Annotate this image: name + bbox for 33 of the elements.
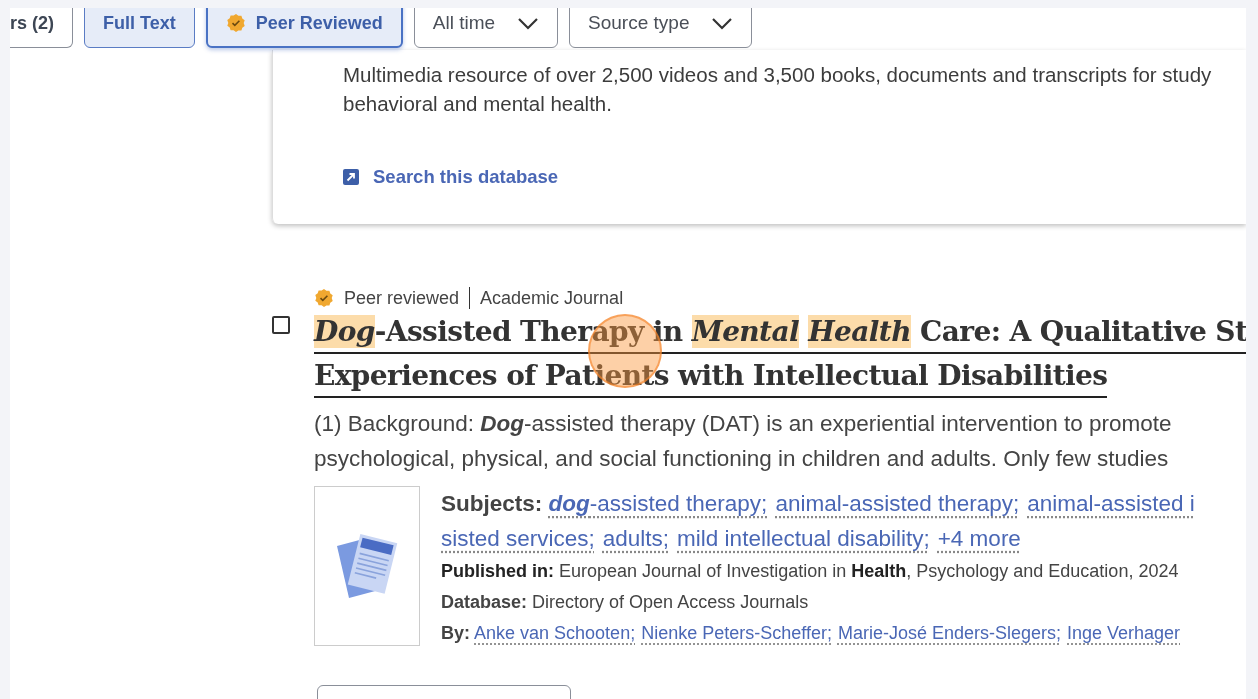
chevron-down-icon (517, 16, 540, 30)
by-label: By: (441, 623, 470, 643)
source-type: Academic Journal (480, 287, 624, 309)
link[interactable]: dog-assisted therapy; (548, 491, 768, 516)
link[interactable]: mild intellectual disability; (677, 526, 930, 551)
link[interactable]: Anke van Schooten; (474, 623, 636, 643)
link[interactable]: animal-assisted i (1027, 491, 1195, 516)
external-link-icon (343, 169, 359, 185)
link[interactable]: animal-assisted therapy; (775, 491, 1020, 516)
filter-chip[interactable]: Peer Reviewed (205, 8, 403, 48)
abstract-text: psychological, physical, and social functioning in children and adults. Only few studies (314, 445, 1170, 473)
link[interactable]: adults; (602, 526, 670, 551)
peer-reviewed-label: Peer reviewed (344, 287, 460, 309)
checkbox[interactable] (272, 316, 290, 334)
peer-reviewed-badge-icon (314, 288, 334, 308)
description-text: behavioral and mental health. (343, 91, 613, 117)
subjects-label: Subjects: (441, 491, 543, 516)
description-text: Multimedia resource of over 2,500 videos and 3,500 books, documents and transcripts for study (343, 62, 1213, 88)
link[interactable]: Marie-José Enders-Slegers; (837, 623, 1061, 643)
abstract-text: (1) Background: Dog-assisted therapy (DAT) is an experiential intervention to promote (314, 410, 1173, 438)
chevron-down-icon (711, 16, 734, 30)
link[interactable]: Nienke Peters-Scheffer; (641, 623, 832, 643)
database-text: Database: Directory of Open Access Journals (441, 591, 810, 614)
published-in-text: Published in: European Journal of Investigation in Health, Psychology and Education, 2024 (441, 560, 1180, 583)
link[interactable]: +4 more (937, 526, 1021, 551)
filter-dropdown[interactable]: Source type (569, 8, 753, 48)
link[interactable]: sisted services; (441, 526, 595, 551)
verified-badge-icon (225, 13, 246, 33)
search-database-link[interactable]: Search this database (343, 166, 1246, 188)
filter-dropdown[interactable]: All time (413, 8, 559, 48)
filter-chip[interactable]: rs (2) (10, 8, 73, 48)
filter-chip[interactable]: Full Text (84, 8, 195, 48)
link[interactable]: Inge Verhager (1067, 623, 1181, 643)
